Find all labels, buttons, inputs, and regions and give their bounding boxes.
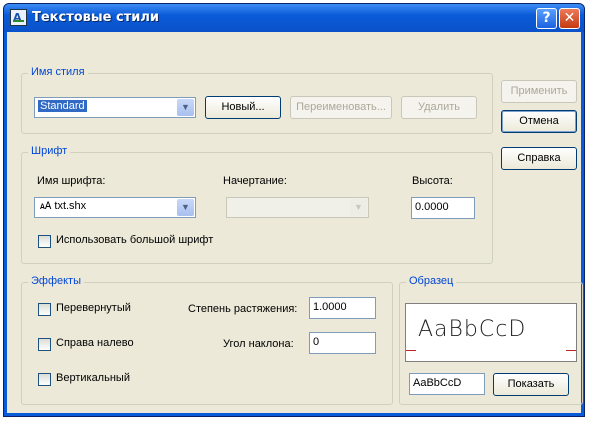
help-button[interactable]: Справка [501,147,577,170]
cancel-button[interactable]: Отмена [501,110,577,133]
font-group-label: Шрифт [28,145,71,157]
apply-button[interactable]: Применить [501,80,577,103]
backwards-checkbox[interactable] [38,338,51,351]
dialog-body: Имя стиля Standard ▼ Новый... Переименов… [7,32,583,413]
preview-box: AaBbCcD [405,303,577,362]
upside-down-label: Перевернутый [56,302,131,314]
oblique-angle-label: Угол наклона: [223,338,294,350]
chevron-down-icon[interactable]: ▼ [177,199,194,216]
dialog-title: Текстовые стили [32,10,159,25]
style-name-value: Standard [38,100,87,112]
backwards-label: Справа налево [56,337,134,349]
chevron-down-icon[interactable]: ▼ [350,199,367,216]
style-name-combo[interactable]: Standard ▼ [34,97,196,118]
preview-sample-text: AaBbCcD [418,317,527,342]
upside-down-checkbox[interactable] [38,303,51,316]
show-preview-button[interactable]: Показать [493,373,569,396]
new-style-button[interactable]: Новый... [205,96,281,119]
chevron-down-icon[interactable]: ▼ [177,99,194,116]
effects-group-label: Эффекты [28,275,85,287]
title-bar[interactable]: A Текстовые стили ? ✕ [4,4,584,32]
rename-style-button[interactable]: Переименовать... [290,96,392,119]
style-name-group-label: Имя стиля [28,66,88,78]
preview-group-label: Образец [406,275,457,287]
bigfont-checkbox[interactable] [38,235,51,248]
preview-baseline-left [406,350,416,351]
width-factor-label: Степень растяжения: [188,303,298,315]
font-icon: 🗚 [40,201,52,212]
font-name-label: Имя шрифта: [37,175,106,187]
preview-text-input[interactable]: AaBbCcD [409,373,485,395]
app-icon: A [10,9,27,26]
vertical-label: Вертикальный [56,372,130,384]
text-style-dialog: A Текстовые стили ? ✕ Имя стиля Standard… [3,3,585,417]
help-icon[interactable]: ? [536,8,557,29]
height-label: Высота: [412,175,453,187]
font-style-combo[interactable]: ▼ [226,197,369,218]
bigfont-label: Использовать большой шрифт [56,234,214,246]
width-factor-input[interactable]: 1.0000 [309,297,376,319]
font-name-value: txt.shx [54,200,87,212]
vertical-checkbox[interactable] [38,373,51,386]
height-input[interactable]: 0.0000 [411,197,475,219]
font-style-label: Начертание: [223,175,287,187]
preview-baseline-right [566,350,576,351]
oblique-angle-input[interactable]: 0 [309,332,376,354]
close-icon[interactable]: ✕ [559,8,580,29]
font-name-combo[interactable]: 🗚 txt.shx ▼ [34,197,196,218]
delete-style-button[interactable]: Удалить [401,96,477,119]
